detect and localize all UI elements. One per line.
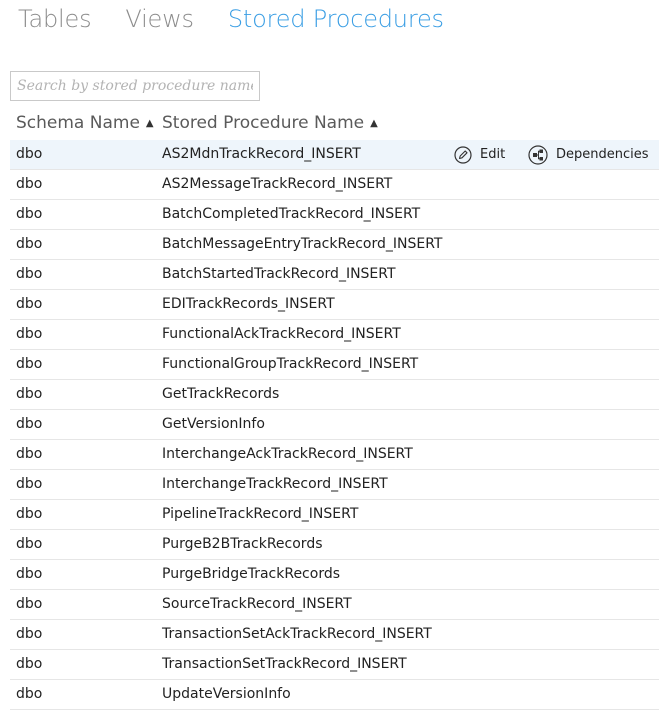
- schema-name-cell: dbo: [16, 536, 43, 552]
- schema-name-cell: dbo: [16, 176, 43, 192]
- schema-name-cell: dbo: [16, 386, 43, 402]
- schema-name-cell: dbo: [16, 596, 43, 612]
- schema-name-cell: dbo: [16, 326, 43, 342]
- schema-name-cell: dbo: [16, 566, 43, 582]
- stored-procedure-name-cell: PurgeBridgeTrackRecords: [162, 566, 341, 582]
- stored-procedure-list: dbo AS2MdnTrackRecord_INSERT Edit Dependenc…: [10, 140, 659, 710]
- schema-name-cell: dbo: [16, 416, 43, 432]
- column-header-schema-name[interactable]: Schema Name ▲: [16, 113, 154, 133]
- stored-procedure-name-cell: InterchangeTrackRecord_INSERT: [162, 476, 388, 492]
- table-row[interactable]: dbo SourceTrackRecord_INSERT: [10, 590, 659, 620]
- stored-procedure-name-cell: GetTrackRecords: [162, 386, 280, 402]
- schema-name-cell: dbo: [16, 686, 43, 702]
- schema-name-cell: dbo: [16, 266, 43, 282]
- stored-procedure-name-cell: SourceTrackRecord_INSERT: [162, 596, 352, 612]
- schema-name-cell: dbo: [16, 446, 43, 462]
- column-header-stored-procedure-name[interactable]: Stored Procedure Name ▲: [162, 113, 378, 133]
- edit-label: Edit: [480, 147, 506, 162]
- tab-views[interactable]: Views: [125, 5, 194, 33]
- sort-ascending-icon: ▲: [145, 117, 154, 129]
- sort-ascending-icon: ▲: [370, 117, 378, 129]
- stored-procedure-name-cell: BatchStartedTrackRecord_INSERT: [162, 266, 396, 282]
- table-row[interactable]: dbo TransactionSetAckTrackRecord_INSERT: [10, 620, 659, 650]
- dependencies-label: Dependencies: [556, 147, 649, 162]
- table-row[interactable]: dbo EDITrackRecords_INSERT: [10, 290, 659, 320]
- stored-procedure-name-cell: BatchMessageEntryTrackRecord_INSERT: [162, 236, 443, 252]
- stored-procedure-name-cell: FunctionalAckTrackRecord_INSERT: [162, 326, 401, 342]
- table-row[interactable]: dbo BatchCompletedTrackRecord_INSERT: [10, 200, 659, 230]
- table-header: Schema Name ▲ Stored Procedure Name ▲: [0, 110, 659, 138]
- table-row[interactable]: dbo FunctionalGroupTrackRecord_INSERT: [10, 350, 659, 380]
- schema-name-cell: dbo: [16, 626, 43, 642]
- dependencies-icon: [528, 144, 548, 165]
- tab-bar: Tables Views Stored Procedures: [18, 2, 444, 36]
- table-row[interactable]: dbo BatchStartedTrackRecord_INSERT: [10, 260, 659, 290]
- schema-name-cell: dbo: [16, 476, 43, 492]
- table-row[interactable]: dbo InterchangeAckTrackRecord_INSERT: [10, 440, 659, 470]
- stored-procedure-name-cell: GetVersionInfo: [162, 416, 265, 432]
- stored-procedure-name-cell: TransactionSetAckTrackRecord_INSERT: [162, 626, 432, 642]
- column-header-label: Stored Procedure Name: [162, 113, 365, 133]
- table-row[interactable]: dbo FunctionalAckTrackRecord_INSERT: [10, 320, 659, 350]
- stored-procedure-name-cell: InterchangeAckTrackRecord_INSERT: [162, 446, 413, 462]
- tab-stored-procedures[interactable]: Stored Procedures: [228, 5, 444, 33]
- edit-icon: [454, 145, 472, 164]
- stored-procedure-name-cell: PipelineTrackRecord_INSERT: [162, 506, 359, 522]
- schema-name-cell: dbo: [16, 146, 43, 162]
- table-row[interactable]: dbo PipelineTrackRecord_INSERT: [10, 500, 659, 530]
- table-row[interactable]: dbo PurgeBridgeTrackRecords: [10, 560, 659, 590]
- tab-tables[interactable]: Tables: [18, 5, 92, 33]
- schema-name-cell: dbo: [16, 506, 43, 522]
- column-header-label: Schema Name: [16, 113, 140, 133]
- stored-procedure-name-cell: PurgeB2BTrackRecords: [162, 536, 323, 552]
- table-row[interactable]: dbo GetTrackRecords: [10, 380, 659, 410]
- stored-procedure-name-cell: BatchCompletedTrackRecord_INSERT: [162, 206, 421, 222]
- table-row[interactable]: dbo TransactionSetTrackRecord_INSERT: [10, 650, 659, 680]
- stored-procedure-name-cell: AS2MessageTrackRecord_INSERT: [162, 176, 393, 192]
- schema-name-cell: dbo: [16, 296, 43, 312]
- table-row[interactable]: dbo UpdateVersionInfo: [10, 680, 659, 710]
- schema-name-cell: dbo: [16, 206, 43, 222]
- table-row[interactable]: dbo InterchangeTrackRecord_INSERT: [10, 470, 659, 500]
- stored-procedure-name-cell: TransactionSetTrackRecord_INSERT: [162, 656, 407, 672]
- stored-procedure-name-cell: AS2MdnTrackRecord_INSERT: [162, 146, 361, 162]
- table-row[interactable]: dbo AS2MdnTrackRecord_INSERT Edit Dependenc…: [10, 140, 659, 170]
- stored-procedure-name-cell: UpdateVersionInfo: [162, 686, 291, 702]
- search-input[interactable]: [10, 71, 260, 101]
- dependencies-button[interactable]: Dependencies: [528, 140, 649, 169]
- stored-procedure-name-cell: FunctionalGroupTrackRecord_INSERT: [162, 356, 419, 372]
- table-row[interactable]: dbo PurgeB2BTrackRecords: [10, 530, 659, 560]
- schema-name-cell: dbo: [16, 656, 43, 672]
- schema-name-cell: dbo: [16, 236, 43, 252]
- edit-button[interactable]: Edit: [454, 140, 505, 169]
- table-row[interactable]: dbo GetVersionInfo: [10, 410, 659, 440]
- stored-procedure-name-cell: EDITrackRecords_INSERT: [162, 296, 335, 312]
- table-row[interactable]: dbo AS2MessageTrackRecord_INSERT: [10, 170, 659, 200]
- schema-name-cell: dbo: [16, 356, 43, 372]
- table-row[interactable]: dbo BatchMessageEntryTrackRecord_INSERT: [10, 230, 659, 260]
